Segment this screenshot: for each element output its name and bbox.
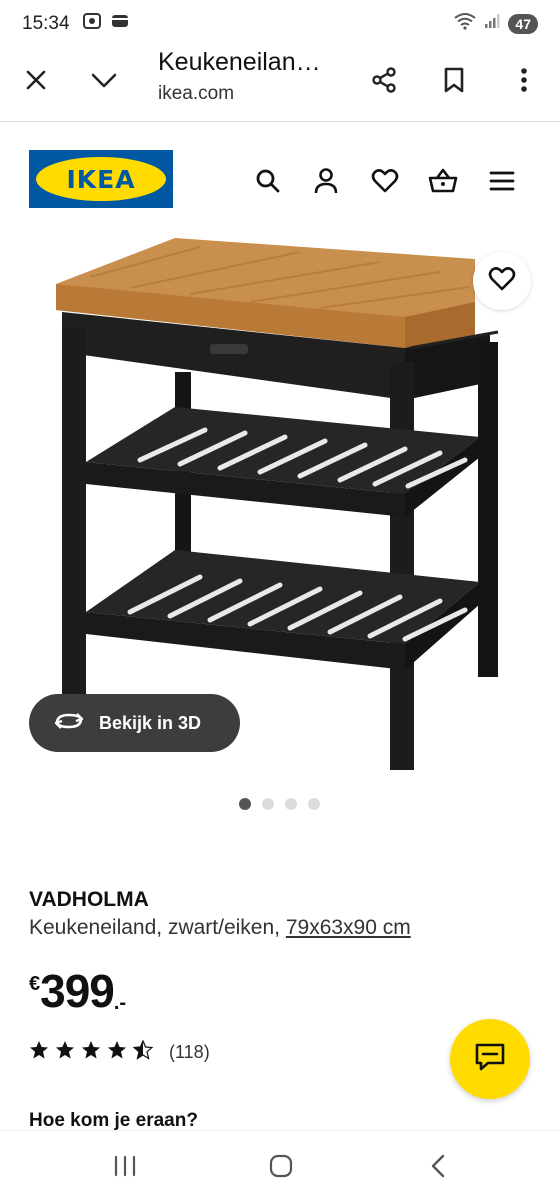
star-half-icon [132, 1039, 154, 1065]
product-rating[interactable]: (118) [29, 1039, 210, 1065]
card-icon [110, 11, 130, 37]
chat-icon [474, 1042, 506, 1077]
share-icon[interactable] [370, 66, 398, 94]
favorite-button[interactable] [473, 252, 531, 310]
wifi-icon [454, 12, 477, 36]
heart-icon[interactable] [370, 166, 400, 196]
battery-indicator: 47 [508, 14, 538, 34]
user-icon[interactable] [311, 166, 341, 196]
carousel-dot[interactable] [285, 798, 297, 810]
price-suffix: .- [113, 992, 127, 1014]
logo-oval: IKEA [36, 157, 166, 201]
product-size-link[interactable]: 79x63x90 cm [286, 916, 411, 939]
system-nav-bar [0, 1130, 560, 1200]
bookmark-icon[interactable] [440, 66, 468, 94]
logo-text: IKEA [66, 164, 136, 194]
screenshot-icon [82, 11, 102, 37]
chat-button[interactable] [450, 1019, 530, 1099]
more-vert-icon[interactable] [510, 66, 538, 94]
browser-toolbar: Keukeneilan… ikea.com [0, 48, 560, 122]
star-icon [29, 1040, 49, 1065]
back-icon[interactable] [422, 1151, 454, 1181]
status-bar: 15:34 47 [0, 0, 560, 48]
view-3d-button[interactable]: Bekijk in 3D [29, 694, 240, 752]
home-icon[interactable] [265, 1151, 297, 1181]
signal-icon [484, 13, 500, 35]
basket-icon[interactable] [428, 166, 458, 196]
product-price: € 399 .- [29, 966, 126, 1016]
recent-apps-icon[interactable] [109, 1151, 141, 1181]
carousel-dot[interactable] [308, 798, 320, 810]
carousel-dots [239, 798, 320, 810]
carousel-dot[interactable] [239, 798, 251, 810]
page-title-block[interactable]: Keukeneilan… ikea.com [158, 48, 321, 105]
status-notification-icons [82, 11, 130, 37]
product-description: Keukeneiland, zwart/eiken, 79x63x90 cm [29, 916, 411, 940]
price-currency: € [29, 973, 41, 995]
star-icon [107, 1040, 127, 1065]
menu-icon[interactable] [487, 166, 517, 196]
close-icon[interactable] [22, 66, 50, 94]
site-header: IKEA [0, 122, 560, 232]
star-icon [55, 1040, 75, 1065]
product-name: VADHOLMA [29, 888, 149, 911]
chevron-down-icon[interactable] [90, 66, 118, 94]
page-url: ikea.com [158, 83, 235, 104]
status-right: 47 [454, 12, 538, 36]
rating-count: (118) [169, 1042, 210, 1062]
ikea-logo[interactable]: IKEA [29, 150, 173, 208]
section-heading: Hoe kom je eraan? [29, 1110, 198, 1131]
view-3d-label: Bekijk in 3D [99, 712, 202, 733]
price-amount: 399 [40, 965, 115, 1017]
search-icon[interactable] [253, 166, 283, 196]
product-type: Keukeneiland, zwart/eiken, [29, 916, 280, 939]
carousel-dot[interactable] [262, 798, 274, 810]
status-time: 15:34 [22, 13, 70, 34]
page-title: Keukeneilan… [158, 48, 321, 76]
heart-icon [488, 266, 516, 297]
rotate-3d-icon [53, 711, 85, 736]
star-icon [81, 1040, 101, 1065]
